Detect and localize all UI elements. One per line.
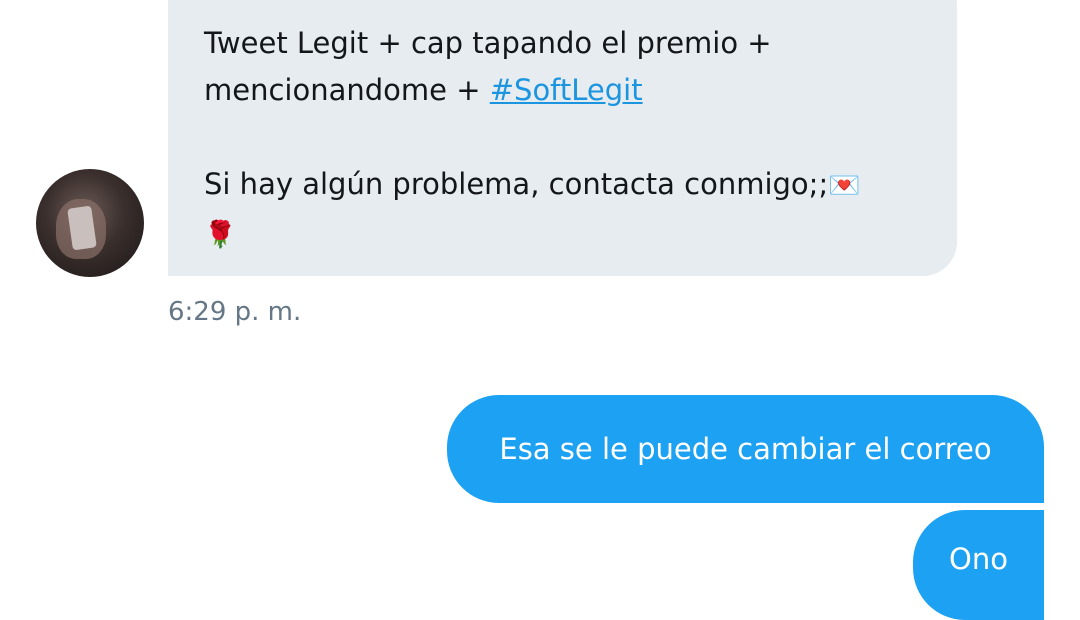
message-line-3-text: Si hay algún problema, contacta conmigo;… (204, 167, 829, 201)
sender-avatar[interactable] (36, 169, 144, 277)
rose-icon: 🌹 (204, 220, 237, 250)
message-timestamp: 6:29 p. m. (168, 297, 302, 327)
outgoing-message-bubble[interactable]: Esa se le puede cambiar el correo (447, 395, 1044, 503)
message-line-2-text: mencionandome + (204, 73, 490, 107)
message-line-4: 🌹 (204, 210, 921, 259)
incoming-message-bubble[interactable]: Tweet Legit + cap tapando el premio + me… (168, 0, 957, 276)
outgoing-message-text: Ono (949, 542, 1008, 576)
hashtag-link[interactable]: #SoftLegit (490, 73, 643, 107)
message-line-1: Tweet Legit + cap tapando el premio + (204, 26, 772, 60)
message-line-3: Si hay algún problema, contacta conmigo;… (204, 161, 921, 210)
envelope-heart-icon: 💌 (828, 171, 861, 201)
message-line-2: mencionandome + #SoftLegit (204, 67, 921, 114)
outgoing-message-text: Esa se le puede cambiar el correo (499, 432, 992, 466)
